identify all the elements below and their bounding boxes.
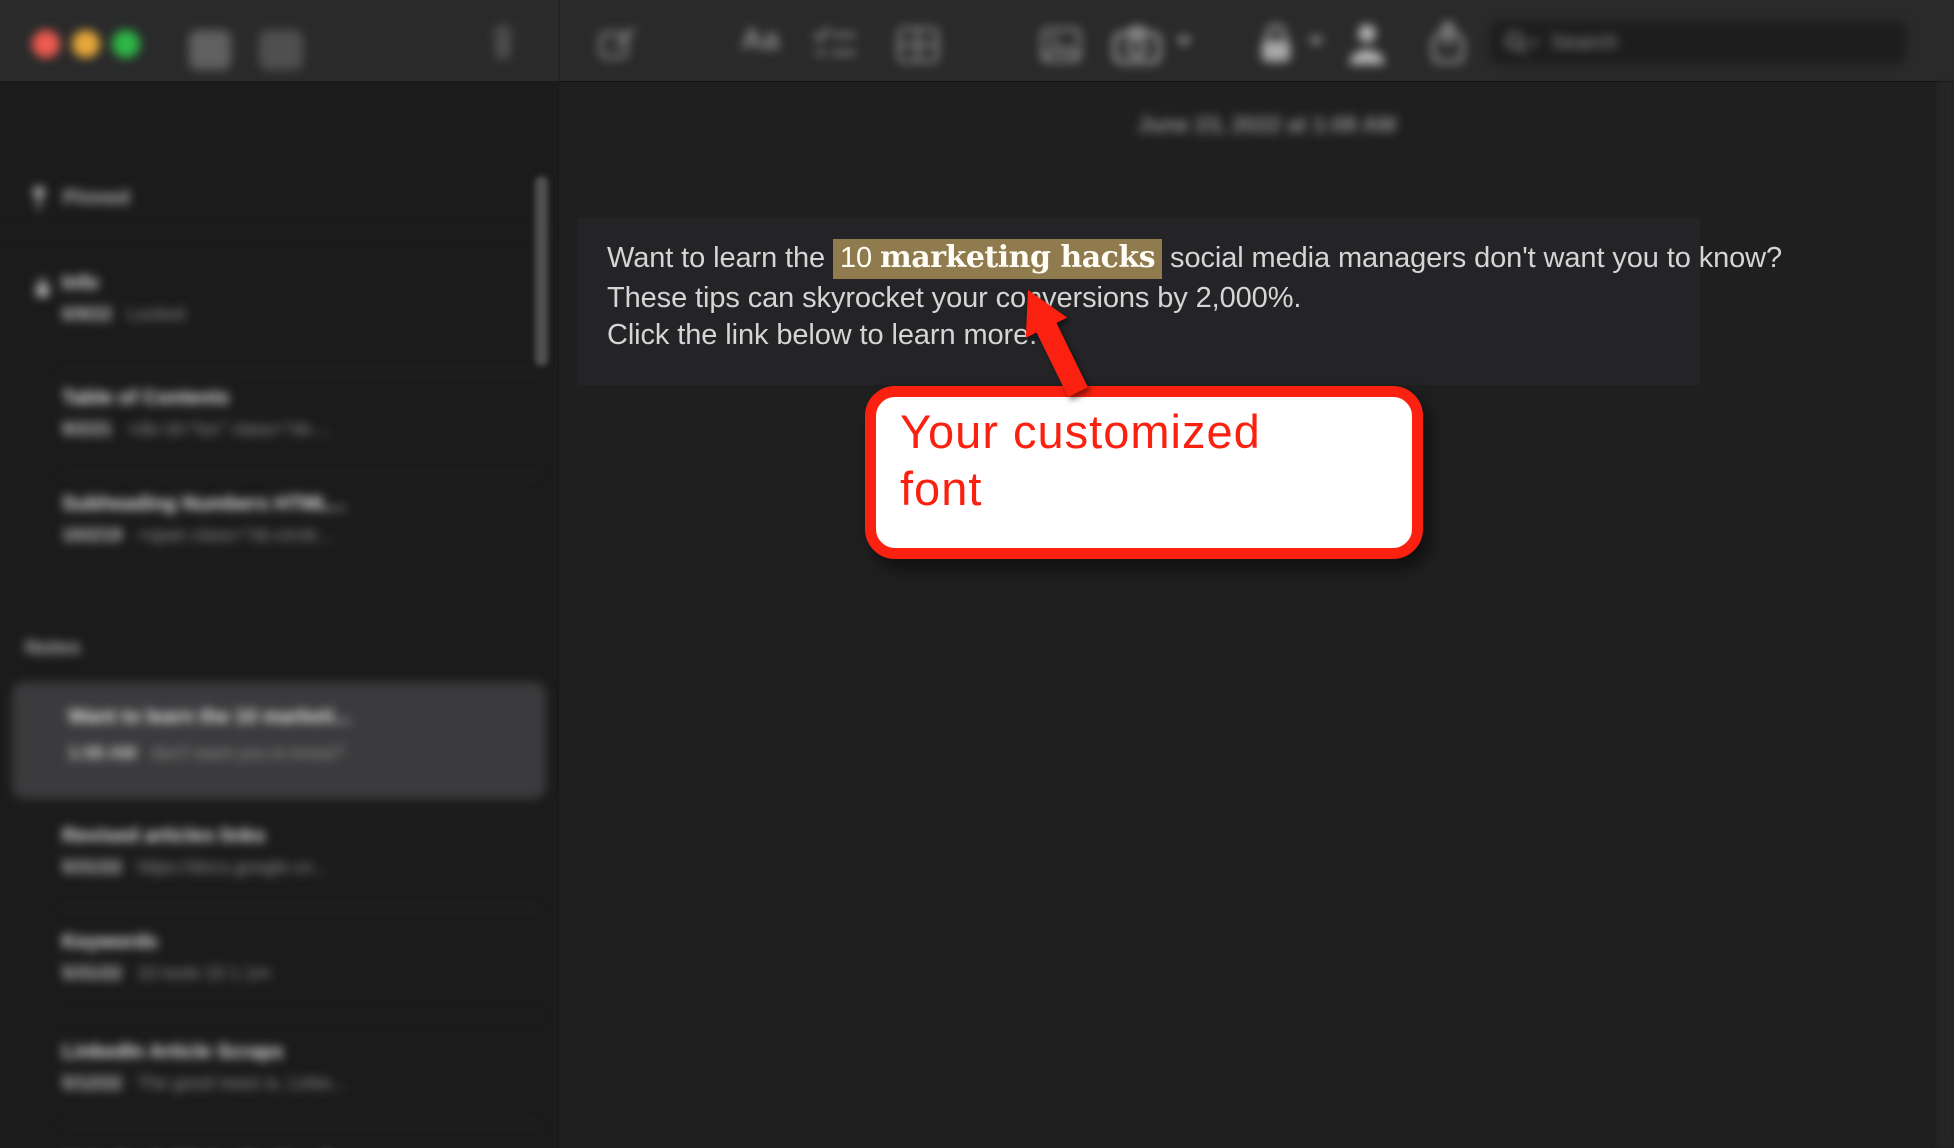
search-input[interactable]: Search	[1490, 21, 1906, 64]
collaborate-icon[interactable]	[1342, 20, 1392, 66]
note-timestamp: June 23, 2022 at 1:08 AM	[578, 112, 1954, 138]
note-text: Want to learn the	[607, 242, 833, 274]
list-item[interactable]: LinkedIn Article Scraps 5/12/22 The good…	[62, 1041, 346, 1094]
divider	[62, 474, 540, 475]
lock-icon[interactable]	[1256, 22, 1296, 66]
list-item[interactable]: Keywords 5/31/22 10 tools 10 1.1m	[62, 931, 270, 984]
toolbar: Aa	[0, 0, 1954, 81]
note-text: social media managers don't want you to …	[1162, 242, 1782, 274]
format-text-icon[interactable]: Aa	[741, 23, 779, 57]
notes-section-header: Notes	[25, 637, 81, 660]
divider	[0, 232, 558, 233]
camera-icon[interactable]	[1112, 25, 1162, 65]
note-line-2: These tips can skyrocket your conversion…	[607, 282, 1301, 315]
note-body[interactable]: Want to learn the 10 marketing hacks soc…	[578, 218, 1700, 385]
note-line-1: Want to learn the 10 marketing hacks soc…	[607, 240, 1782, 275]
annotation-callout: Your customized font	[865, 386, 1423, 559]
close-window-button[interactable]	[32, 30, 60, 58]
pinned-section-header: Pinned	[30, 185, 130, 211]
list-view-icon[interactable]	[189, 30, 231, 70]
note-scrollbar[interactable]	[1937, 81, 1954, 1148]
minimize-window-button[interactable]	[72, 30, 100, 58]
list-item[interactable]: Info 6/9/22 Locked	[62, 272, 185, 325]
divider	[62, 908, 540, 909]
list-item-selected[interactable]: Want to learn the 10 marketi... 1:08 AM …	[12, 682, 546, 799]
chevron-down-icon[interactable]	[1308, 37, 1324, 46]
divider	[62, 372, 540, 373]
pin-icon	[30, 185, 48, 211]
list-item[interactable]: Subheading Numbers HTML... 10/2/19 <span…	[62, 493, 346, 546]
new-note-icon[interactable]	[597, 24, 641, 64]
highlighted-text: 10 marketing hacks	[833, 239, 1162, 279]
list-item[interactable]: Table of Contents 9/2/21 <div id="toc" c…	[62, 387, 331, 440]
note-editor[interactable]: June 23, 2022 at 1:08 AM Want to learn t…	[559, 81, 1954, 1148]
notes-window: Aa	[0, 0, 1954, 1148]
lock-icon	[34, 277, 51, 299]
divider	[62, 1016, 540, 1017]
chevron-down-icon[interactable]	[1176, 37, 1192, 46]
table-icon[interactable]	[896, 26, 940, 64]
callout-text: Your customized font	[900, 403, 1261, 517]
toolbar-divider	[558, 0, 560, 81]
search-icon	[1503, 29, 1537, 57]
blackletter-text: marketing hacks	[880, 240, 1155, 275]
search-placeholder: Search	[1551, 31, 1618, 55]
photo-icon[interactable]	[1040, 26, 1082, 64]
note-line-3: Click the link below to learn more.	[607, 319, 1037, 352]
sidebar: Pinned Info 6/9/22 Locked Table of	[0, 81, 559, 1148]
list-item[interactable]: Revised articles links 5/31/22 https://d…	[62, 825, 327, 878]
trash-icon[interactable]	[487, 24, 519, 60]
gallery-view-icon[interactable]	[259, 30, 303, 70]
checklist-icon[interactable]	[812, 26, 858, 62]
divider	[62, 1125, 540, 1126]
sidebar-scrollbar[interactable]	[535, 176, 548, 366]
zoom-window-button[interactable]	[112, 30, 140, 58]
share-icon[interactable]	[1428, 20, 1468, 66]
